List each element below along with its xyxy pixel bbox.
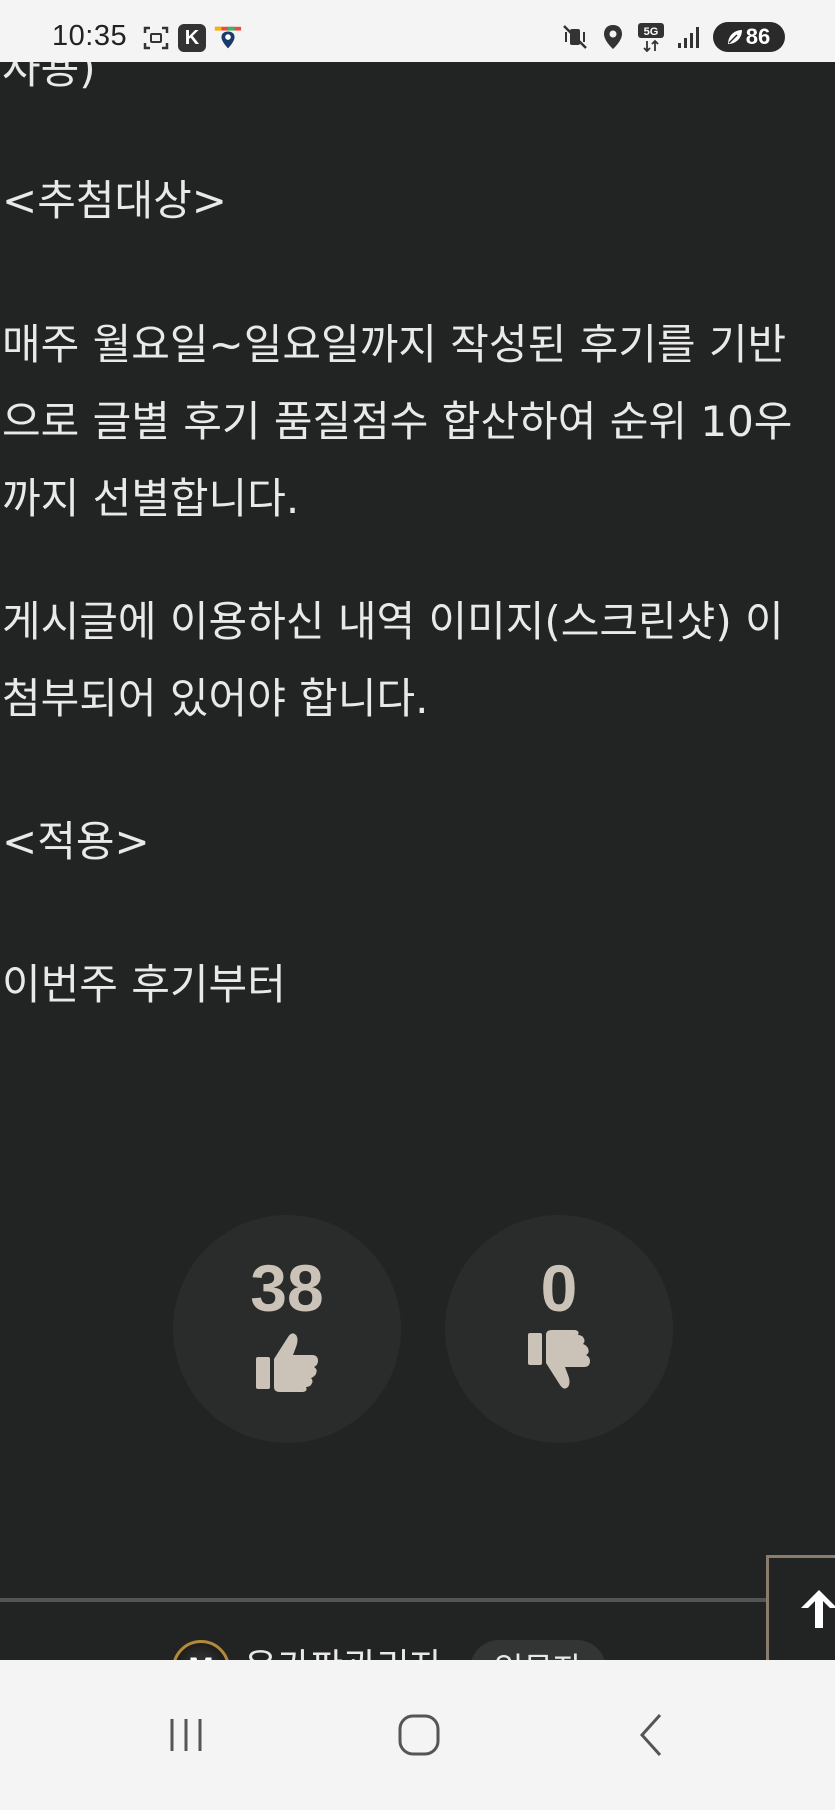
post-line: 사용) [2, 62, 96, 93]
thumbs-down-icon [526, 1329, 592, 1397]
dislike-count: 0 [540, 1251, 578, 1325]
scroll-to-top-button[interactable] [766, 1555, 835, 1660]
battery-saver-icon [727, 30, 742, 44]
system-navigation-bar [0, 1660, 835, 1810]
battery-indicator: 86 [713, 22, 785, 52]
arrow-up-icon [797, 1586, 835, 1634]
k-app-icon: K [178, 24, 206, 52]
post-line: 매주 월요일~일요일까지 작성된 후기를 기반 [2, 320, 787, 369]
status-bar: 10:35 K 5G 86 [0, 0, 835, 62]
mute-vibrate-icon [561, 23, 589, 51]
post-line: <추첨대상> [2, 176, 227, 225]
post-line: 첨부되어 있어야 합니다. [2, 674, 429, 723]
back-chevron-icon [639, 1713, 662, 1757]
author-rank-badge: 입문자 [470, 1640, 607, 1660]
page-viewport: 사용) <추첨대상> 매주 월요일~일요일까지 작성된 후기를 기반 으로 글별… [0, 0, 835, 1660]
home-button[interactable] [379, 1700, 459, 1770]
location-icon [599, 23, 627, 51]
back-button[interactable] [612, 1700, 692, 1770]
post-line: 이번주 후기부터 [2, 960, 286, 1009]
post-line: 까지 선별합니다. [2, 474, 300, 523]
like-button[interactable]: 38 [173, 1215, 401, 1443]
svg-text:5G: 5G [644, 26, 659, 38]
signal-icon [675, 23, 703, 51]
author-name[interactable]: 온카판관리자 [244, 1640, 443, 1660]
post-line: 으로 글별 후기 품질점수 합산하여 순위 10우 [2, 397, 793, 446]
map-pin-app-icon [214, 24, 242, 52]
post-content: 사용) <추첨대상> 매주 월요일~일요일까지 작성된 후기를 기반 으로 글별… [0, 62, 835, 1660]
like-count: 38 [250, 1251, 324, 1325]
status-time: 10:35 [52, 20, 128, 52]
home-icon [398, 1714, 440, 1756]
recent-apps-button[interactable] [146, 1700, 226, 1770]
thumbs-up-icon [254, 1329, 320, 1397]
post-line: <적용> [2, 817, 150, 866]
content-divider [0, 1598, 770, 1602]
post-line: 게시글에 이용하신 내역 이미지(스크린샷) 이 [2, 597, 784, 646]
screenshot-icon [142, 24, 170, 52]
battery-level: 86 [745, 24, 771, 49]
dislike-button[interactable]: 0 [445, 1215, 673, 1443]
5g-icon: 5G [637, 23, 665, 52]
recent-apps-icon [170, 1719, 202, 1751]
